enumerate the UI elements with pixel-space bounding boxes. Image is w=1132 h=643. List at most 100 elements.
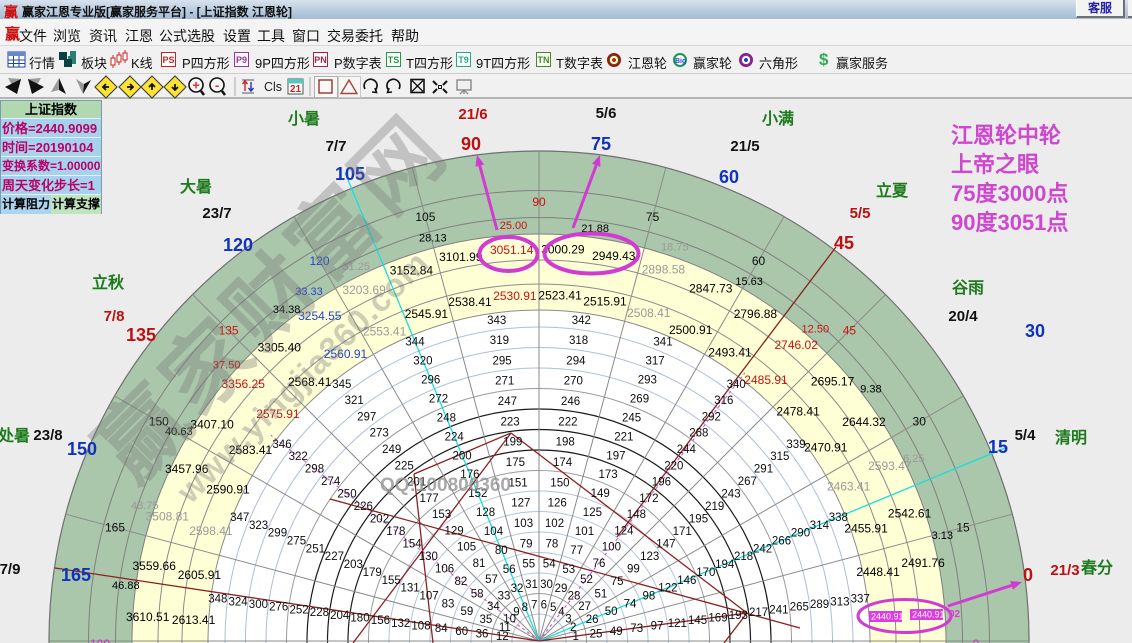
svg-text:小暑: 小暑 <box>288 110 320 128</box>
svg-text:2448.41: 2448.41 <box>856 565 900 579</box>
svg-text:50: 50 <box>605 606 618 618</box>
svg-text:132: 132 <box>391 618 410 630</box>
svg-text:83: 83 <box>442 598 455 610</box>
svg-text:4: 4 <box>558 607 565 619</box>
svg-text:5/5: 5/5 <box>850 205 871 222</box>
svg-text:315: 315 <box>770 451 789 463</box>
svg-text:5/6: 5/6 <box>596 105 617 122</box>
svg-text:8: 8 <box>522 602 528 614</box>
svg-text:77: 77 <box>570 545 583 557</box>
svg-text:0: 0 <box>973 637 980 643</box>
svg-text:226: 226 <box>354 501 373 513</box>
svg-text:251: 251 <box>306 543 325 555</box>
svg-text:2847.73: 2847.73 <box>689 282 733 296</box>
svg-text:2523.41: 2523.41 <box>538 289 582 303</box>
svg-text:107: 107 <box>420 591 439 603</box>
svg-text:2485.91: 2485.91 <box>744 373 788 387</box>
svg-text:小满: 小满 <box>762 110 794 128</box>
svg-text:217: 217 <box>749 607 768 619</box>
svg-text:02: 02 <box>949 609 961 620</box>
svg-text:180: 180 <box>350 612 369 624</box>
svg-text:169: 169 <box>708 612 727 624</box>
svg-text:QQ:100800360: QQ:100800360 <box>380 475 511 496</box>
svg-text:2500.91: 2500.91 <box>669 323 713 337</box>
svg-text:343: 343 <box>487 315 506 327</box>
svg-text:3: 3 <box>565 614 571 626</box>
svg-text:30: 30 <box>913 415 927 429</box>
svg-text:148: 148 <box>627 509 646 521</box>
svg-text:60: 60 <box>455 626 468 638</box>
svg-text:165: 165 <box>61 565 91 585</box>
svg-text:321: 321 <box>345 395 364 407</box>
svg-text:101: 101 <box>575 526 594 538</box>
svg-text:6.25: 6.25 <box>903 453 924 465</box>
svg-text:32: 32 <box>511 583 524 595</box>
svg-text:29: 29 <box>555 583 568 595</box>
svg-text:25: 25 <box>590 629 603 641</box>
svg-text:223: 223 <box>501 416 520 428</box>
svg-text:3610.51: 3610.51 <box>126 610 170 624</box>
svg-text:170: 170 <box>696 567 715 579</box>
svg-text:15: 15 <box>956 520 970 534</box>
svg-text:2530.91: 2530.91 <box>493 289 537 303</box>
svg-text:242: 242 <box>753 543 772 555</box>
svg-text:245: 245 <box>622 412 641 424</box>
svg-text:174: 174 <box>553 457 573 469</box>
svg-text:197: 197 <box>606 450 625 462</box>
svg-text:21/3: 21/3 <box>1050 562 1079 579</box>
svg-text:2455.91: 2455.91 <box>844 521 888 535</box>
svg-text:324: 324 <box>229 596 249 608</box>
svg-text:2538.41: 2538.41 <box>448 295 492 309</box>
svg-text:90: 90 <box>532 195 546 209</box>
svg-text:342: 342 <box>572 315 591 327</box>
svg-text:江恩轮中轮: 江恩轮中轮 <box>951 123 1061 148</box>
svg-text:200: 200 <box>453 450 472 462</box>
svg-text:2470.91: 2470.91 <box>804 441 848 455</box>
svg-text:7: 7 <box>531 599 537 611</box>
svg-text:2746.02: 2746.02 <box>775 338 819 352</box>
svg-text:341: 341 <box>653 337 672 349</box>
svg-text:20/4: 20/4 <box>948 308 978 325</box>
svg-text:104: 104 <box>484 526 504 538</box>
svg-text:291: 291 <box>754 464 773 476</box>
svg-text:春分: 春分 <box>1080 558 1113 577</box>
svg-text:99: 99 <box>627 564 640 576</box>
svg-text:73: 73 <box>630 623 643 635</box>
svg-text:154: 154 <box>403 539 423 551</box>
svg-text:90度3051点: 90度3051点 <box>951 210 1068 235</box>
svg-text:126: 126 <box>548 498 567 510</box>
svg-text:82: 82 <box>455 576 468 588</box>
svg-text:25.00: 25.00 <box>500 220 528 232</box>
svg-text:23/8: 23/8 <box>33 427 62 444</box>
svg-text:266: 266 <box>772 536 791 548</box>
svg-text:15.63: 15.63 <box>735 276 763 288</box>
svg-text:220: 220 <box>664 460 683 472</box>
svg-text:53: 53 <box>562 564 575 576</box>
svg-text:上帝之眼: 上帝之眼 <box>951 152 1039 177</box>
svg-text:56: 56 <box>503 564 516 576</box>
svg-text:51: 51 <box>595 589 608 601</box>
svg-text:立秋: 立秋 <box>92 273 125 292</box>
svg-text:146: 146 <box>677 575 696 587</box>
svg-text:178: 178 <box>386 526 405 538</box>
svg-text:300: 300 <box>249 599 268 611</box>
svg-text:135: 135 <box>126 325 156 345</box>
svg-text:3.13: 3.13 <box>932 530 953 542</box>
svg-text:大暑: 大暑 <box>180 177 212 196</box>
svg-text:2463.41: 2463.41 <box>827 480 871 494</box>
svg-text:79: 79 <box>520 538 533 550</box>
svg-text:147: 147 <box>656 539 675 551</box>
svg-text:241: 241 <box>769 604 788 616</box>
svg-text:28.13: 28.13 <box>419 233 447 245</box>
svg-text:316: 316 <box>714 395 733 407</box>
svg-text:224: 224 <box>445 431 465 443</box>
svg-text:347: 347 <box>230 512 249 524</box>
svg-text:78: 78 <box>546 538 559 550</box>
svg-text:2796.88: 2796.88 <box>734 307 778 321</box>
svg-text:2644.32: 2644.32 <box>842 415 886 429</box>
svg-text:129: 129 <box>445 525 464 537</box>
svg-text:265: 265 <box>790 602 809 614</box>
svg-text:123: 123 <box>640 551 659 563</box>
svg-text:319: 319 <box>490 335 509 347</box>
svg-text:320: 320 <box>413 356 432 368</box>
